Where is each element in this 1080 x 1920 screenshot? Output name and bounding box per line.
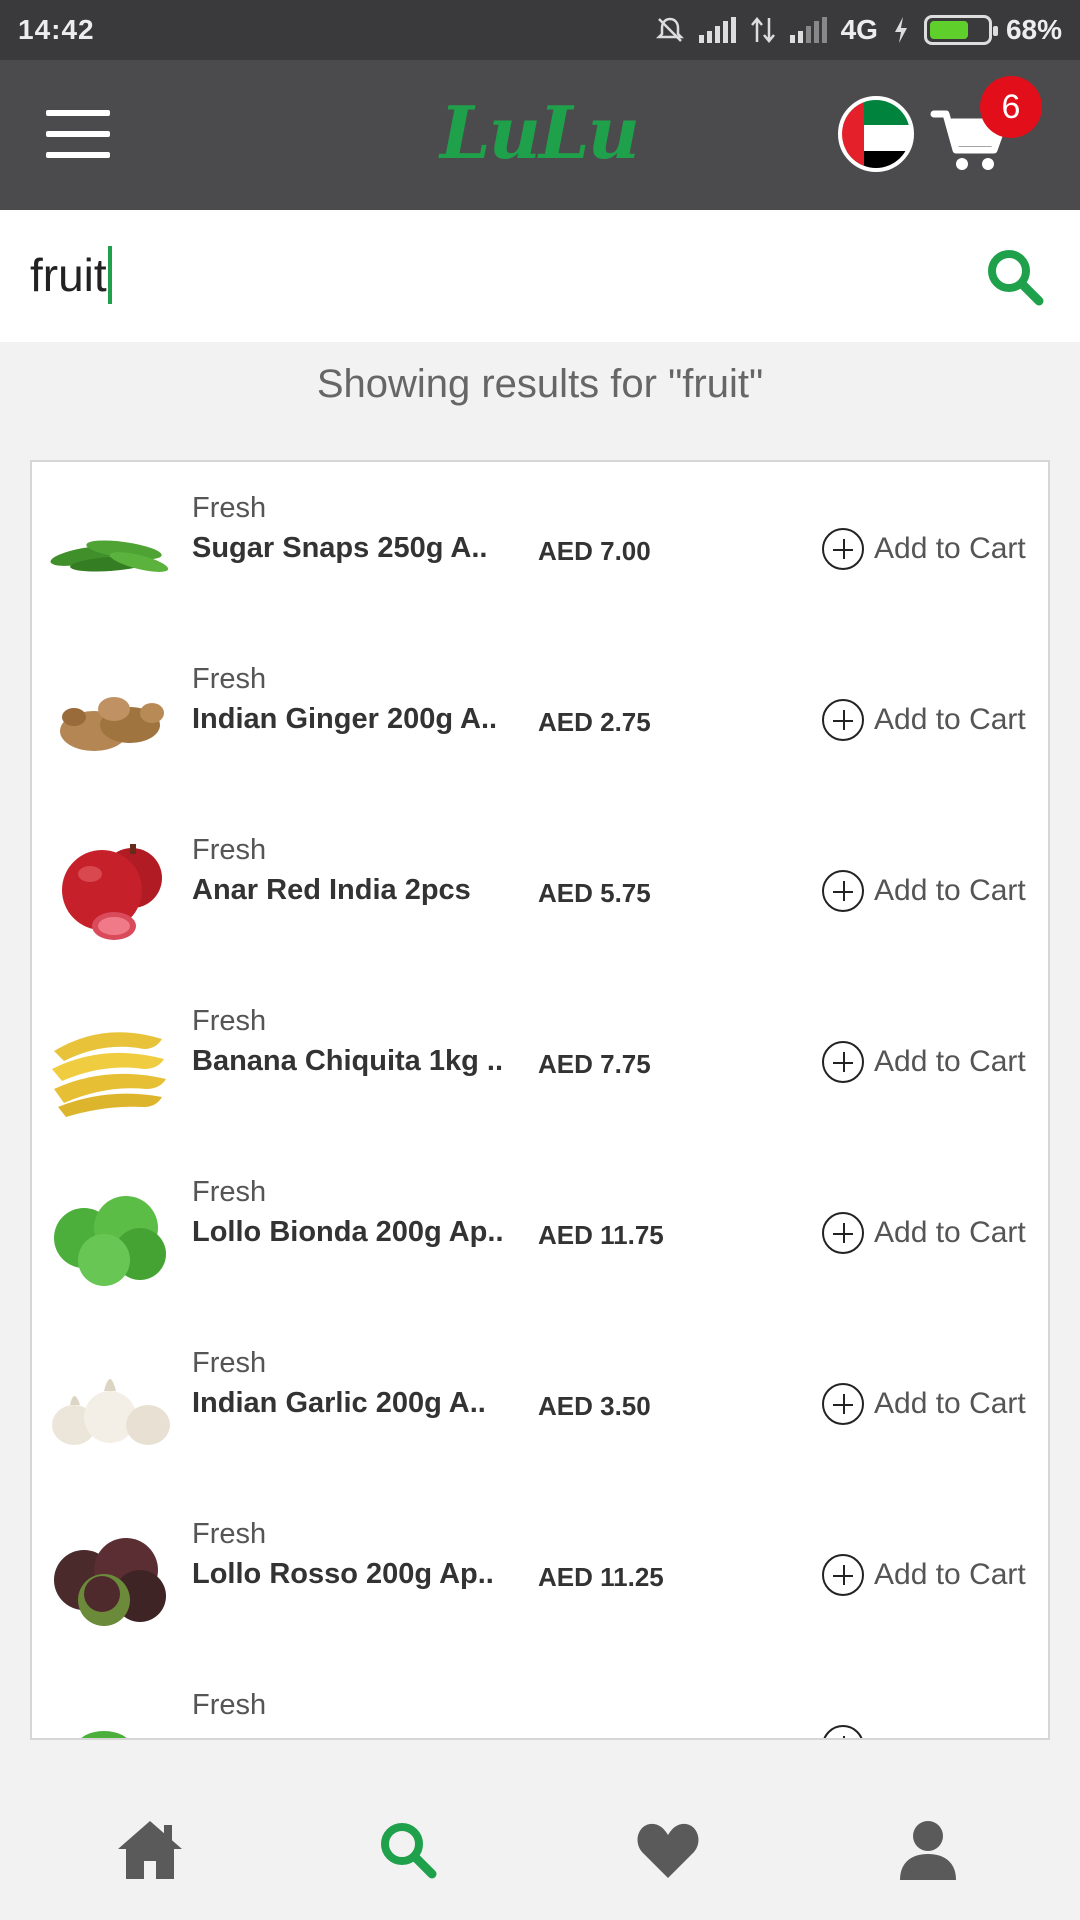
product-row[interactable]: Fresh Lollo Rosso 200g Ap.. AED 11.25 Ad… xyxy=(32,1488,1048,1659)
product-category: Fresh xyxy=(192,492,267,524)
add-to-cart-label: Add to Cart xyxy=(874,874,1026,907)
product-row[interactable]: Fresh Lollo Bionda 200g Ap.. AED 11.75 A… xyxy=(32,1146,1048,1317)
add-to-cart-label: Add to Cart xyxy=(874,1216,1026,1249)
bottom-nav xyxy=(0,1760,1080,1920)
product-price: AED 5.75 xyxy=(538,878,651,908)
app-logo[interactable]: LuLu xyxy=(440,90,640,175)
product-name[interactable]: Indian Ginger 200g A.. xyxy=(192,703,497,736)
product-row[interactable]: Fresh Indian Garlic 200g A.. AED 3.50 Ad… xyxy=(32,1317,1048,1488)
product-name[interactable]: Sugar Snaps 250g A.. xyxy=(192,532,487,565)
nav-search[interactable] xyxy=(368,1810,448,1890)
product-row[interactable]: Fresh xyxy=(32,1659,1048,1738)
add-to-cart-label: Add to Cart xyxy=(874,1558,1026,1591)
product-category: Fresh xyxy=(192,1347,267,1379)
menu-icon[interactable] xyxy=(46,110,110,158)
add-to-cart-button[interactable]: Add to Cart xyxy=(822,870,1026,912)
search-input[interactable]: fruit xyxy=(30,240,112,310)
product-price: AED 11.25 xyxy=(538,1562,664,1592)
add-to-cart-button[interactable]: Add to Cart xyxy=(822,528,1026,570)
uae-flag-icon[interactable] xyxy=(838,96,914,172)
plus-circle-icon xyxy=(822,699,864,741)
product-category: Fresh xyxy=(192,663,267,695)
sugar-snaps-image xyxy=(50,540,169,572)
add-to-cart-button[interactable]: Add to Cart xyxy=(822,1383,1026,1425)
product-price: AED 3.50 xyxy=(538,1391,651,1421)
search-icon xyxy=(381,1823,437,1879)
product-name[interactable]: Indian Garlic 200g A.. xyxy=(192,1387,486,1420)
lettuce-green-image xyxy=(54,1196,166,1286)
ginger-image xyxy=(60,697,164,751)
add-to-cart-button[interactable]: Add to Cart xyxy=(822,1554,1026,1596)
plus-circle-icon xyxy=(822,1383,864,1425)
plus-circle-icon xyxy=(822,1212,864,1254)
product-category: Fresh xyxy=(192,1689,267,1721)
add-to-cart-label: Add to Cart xyxy=(874,1045,1026,1078)
product-name[interactable]: Anar Red India 2pcs xyxy=(192,874,471,907)
product-list[interactable]: Fresh Sugar Snaps 250g A.. AED 7.00 Add … xyxy=(30,460,1050,1740)
product-price: AED 2.75 xyxy=(538,707,651,737)
text-caret xyxy=(107,246,112,304)
nav-profile[interactable] xyxy=(888,1810,968,1890)
product-name[interactable]: Banana Chiquita 1kg .. xyxy=(192,1045,503,1078)
product-category: Fresh xyxy=(192,1005,267,1037)
product-name[interactable]: Lollo Bionda 200g Ap.. xyxy=(192,1216,504,1249)
add-to-cart-label: Add to Cart xyxy=(874,532,1026,565)
app-bar: LuLu 6 xyxy=(0,60,1080,210)
battery-percent: 68% xyxy=(1005,14,1062,45)
search-query: fruit xyxy=(30,249,107,301)
muted-bell-icon xyxy=(655,17,684,42)
charging-icon xyxy=(894,17,907,43)
product-category: Fresh xyxy=(192,1518,267,1550)
lettuce-red-image xyxy=(54,1538,166,1626)
product-price: AED 11.75 xyxy=(538,1220,664,1250)
user-icon xyxy=(900,1821,956,1880)
status-time: 14:42 xyxy=(18,14,95,45)
plus-circle-icon xyxy=(822,1725,864,1738)
add-to-cart-button[interactable] xyxy=(822,1725,864,1738)
data-transfer-icon xyxy=(750,17,775,43)
battery-icon xyxy=(923,15,998,45)
plus-circle-icon xyxy=(822,870,864,912)
product-row[interactable]: Fresh Banana Chiquita 1kg .. AED 7.75 Ad… xyxy=(32,975,1048,1146)
add-to-cart-button[interactable]: Add to Cart xyxy=(822,1212,1026,1254)
plus-circle-icon xyxy=(822,1554,864,1596)
pomegranate-image xyxy=(62,844,162,940)
heart-icon xyxy=(637,1823,699,1878)
results-heading: Showing results for "fruit" xyxy=(316,362,764,406)
product-price: AED 7.00 xyxy=(538,536,651,566)
product-row[interactable]: Fresh Anar Red India 2pcs AED 5.75 Add t… xyxy=(32,804,1048,975)
add-to-cart-button[interactable]: Add to Cart xyxy=(822,699,1026,741)
nav-favorites[interactable] xyxy=(628,1810,708,1890)
cart-count-badge: 6 xyxy=(980,76,1042,138)
network-type: 4G xyxy=(840,14,878,45)
herb-image xyxy=(81,1731,127,1738)
search-button-icon[interactable] xyxy=(984,246,1046,308)
product-category: Fresh xyxy=(192,834,267,866)
signal-icon xyxy=(698,17,736,43)
product-price: AED 7.75 xyxy=(538,1049,651,1079)
home-icon xyxy=(118,1821,182,1879)
garlic-image xyxy=(52,1379,170,1445)
plus-circle-icon xyxy=(822,1041,864,1083)
banana-image xyxy=(52,1032,166,1117)
product-name[interactable]: Lollo Rosso 200g Ap.. xyxy=(192,1558,494,1591)
signal-icon-2 xyxy=(789,17,827,43)
plus-circle-icon xyxy=(822,528,864,570)
product-row[interactable]: Fresh Indian Ginger 200g A.. AED 2.75 Ad… xyxy=(32,633,1048,804)
add-to-cart-label: Add to Cart xyxy=(874,1387,1026,1420)
nav-home[interactable] xyxy=(110,1810,190,1890)
add-to-cart-label: Add to Cart xyxy=(874,703,1026,736)
product-category: Fresh xyxy=(192,1176,267,1208)
status-bar: 14:42 4G 68% xyxy=(0,0,1080,60)
search-bar: fruit xyxy=(0,210,1080,342)
add-to-cart-button[interactable]: Add to Cart xyxy=(822,1041,1026,1083)
product-row[interactable]: Fresh Sugar Snaps 250g A.. AED 7.00 Add … xyxy=(32,462,1048,633)
